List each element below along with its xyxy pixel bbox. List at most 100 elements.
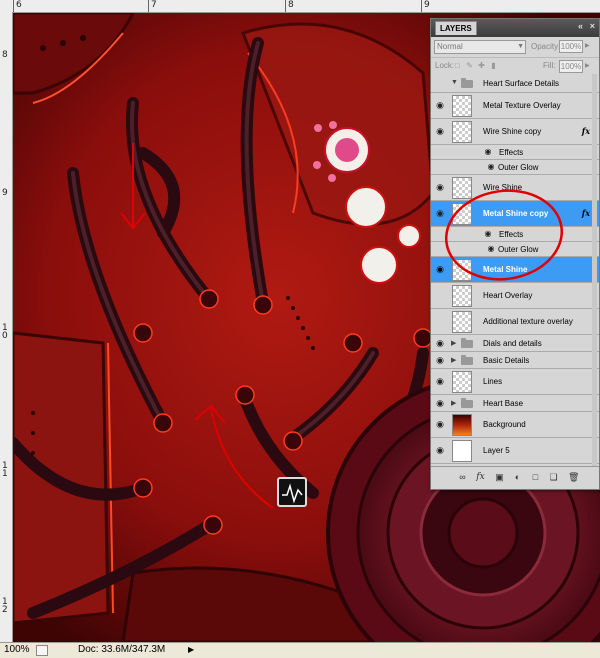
expand-triangle-icon[interactable]: ▼: [451, 79, 458, 86]
add-mask-icon[interactable]: ▣: [494, 472, 505, 483]
status-menu-icon[interactable]: ▶: [188, 645, 194, 654]
layer-row[interactable]: ◉ ▶ Heart Base: [431, 395, 599, 412]
annotation-circle: [444, 189, 564, 281]
chevron-down-icon: ▼: [517, 43, 524, 50]
blend-mode-select[interactable]: Normal ▼: [434, 40, 526, 54]
layer-row[interactable]: ◉ Background: [431, 412, 599, 438]
layer-name: Additional texture overlay: [483, 317, 573, 326]
effect-row[interactable]: ◉ Outer Glow: [431, 160, 599, 175]
effects-label: Effects: [499, 148, 524, 157]
fx-icon[interactable]: fx: [582, 126, 590, 136]
adjustment-layer-icon[interactable]: ◐: [512, 472, 523, 483]
layers-scrollbar[interactable]: [592, 74, 597, 466]
ruler-number: 6: [16, 0, 22, 10]
layer-name: Layer 5: [483, 446, 510, 455]
ruler-number: 9: [2, 188, 8, 198]
layer-name: Heart Surface Details: [483, 79, 560, 88]
new-group-icon[interactable]: □: [530, 472, 541, 483]
tab-layers[interactable]: LAYERS: [435, 21, 477, 35]
folder-icon: [461, 398, 473, 408]
layer-options-bar: Normal ▼ Opacity: 100% ▶: [431, 37, 599, 58]
expand-triangle-icon[interactable]: ▶: [451, 399, 456, 407]
layer-thumbnail: [452, 95, 472, 117]
opacity-label: Opacity:: [531, 42, 561, 51]
eye-icon[interactable]: ◉: [484, 162, 498, 171]
layer-row[interactable]: ▼ Heart Surface Details: [431, 74, 599, 93]
add-style-icon[interactable]: fx: [475, 472, 486, 483]
layer-thumbnail: [452, 371, 472, 393]
layer-name: Wire Shine copy: [483, 127, 542, 136]
lock-label: Lock:: [435, 61, 455, 70]
panel-title-bar[interactable]: LAYERS « ×: [431, 19, 599, 37]
layer-row[interactable]: Additional texture overlay: [431, 309, 599, 335]
ruler-number: 9: [424, 0, 430, 10]
close-icon[interactable]: ×: [590, 21, 595, 31]
eye-icon[interactable]: ◉: [433, 398, 447, 409]
layer-row[interactable]: ◉ Metal Texture Overlay: [431, 93, 599, 119]
layer-row[interactable]: ◉ Lines: [431, 369, 599, 395]
collapse-icon[interactable]: «: [578, 21, 583, 31]
eye-icon[interactable]: ◉: [433, 419, 447, 430]
ruler-number: 8: [2, 50, 8, 60]
layer-row[interactable]: ◉ Layer 5: [431, 438, 599, 464]
eye-icon[interactable]: ◉: [433, 355, 447, 366]
fx-icon[interactable]: fx: [582, 208, 590, 218]
layers-bottom-toolbar: ∞ fx ▣ ◐ □ ❏ 🗑: [431, 466, 599, 489]
eye-icon[interactable]: ◉: [433, 445, 447, 456]
lock-transparency-icon[interactable]: □: [453, 61, 462, 70]
lock-all-icon[interactable]: ▮: [489, 61, 498, 70]
layer-row[interactable]: ◉ ▶ Dials and details: [431, 335, 599, 352]
status-preview-icon[interactable]: [36, 645, 48, 656]
link-layers-icon[interactable]: ∞: [457, 472, 468, 483]
lock-position-icon[interactable]: ✚: [477, 61, 486, 70]
effects-row[interactable]: ◉ Effects: [431, 145, 599, 160]
layer-name: Background: [483, 420, 526, 429]
layer-row[interactable]: ◉ ▶ Basic Details: [431, 352, 599, 369]
zoom-level[interactable]: 100%: [4, 644, 30, 655]
delete-layer-icon[interactable]: 🗑: [568, 472, 579, 483]
lock-bar: Lock: □ ✎ ✚ ▮ Fill: 100% ▶: [431, 58, 599, 75]
ruler-number: 1 1: [2, 461, 8, 479]
status-bar: 100% Doc: 33.6M/347.3M ▶: [0, 642, 600, 658]
fill-label: Fill:: [543, 61, 556, 70]
layer-row[interactable]: Heart Overlay: [431, 283, 599, 309]
ruler-number: 7: [151, 0, 157, 10]
lock-pixels-icon[interactable]: ✎: [465, 61, 474, 70]
ruler-number: 8: [288, 0, 294, 10]
fill-input[interactable]: 100%: [559, 60, 583, 73]
layer-thumbnail: [452, 440, 472, 462]
new-layer-icon[interactable]: ❏: [548, 472, 559, 483]
eye-icon[interactable]: ◉: [433, 338, 447, 349]
blend-mode-value: Normal: [437, 42, 463, 51]
layer-thumbnail: [452, 121, 472, 143]
layer-thumbnail: [452, 311, 472, 333]
document-info[interactable]: Doc: 33.6M/347.3M: [78, 644, 165, 655]
effect-name: Outer Glow: [498, 163, 539, 172]
eye-icon[interactable]: ◉: [433, 376, 447, 387]
opacity-dropdown-icon[interactable]: ▶: [585, 42, 590, 49]
ruler-number: 1 2: [2, 597, 8, 615]
layer-name: Heart Base: [483, 399, 524, 408]
layer-name: Heart Overlay: [483, 291, 533, 300]
eye-icon[interactable]: ◉: [481, 147, 495, 156]
folder-icon: [461, 78, 473, 88]
fill-dropdown-icon[interactable]: ▶: [585, 62, 590, 69]
layer-name: Lines: [483, 377, 503, 386]
layer-row[interactable]: ◉ Wire Shine copy fx ▲: [431, 119, 599, 145]
layer-thumbnail: [452, 414, 472, 436]
layers-panel[interactable]: LAYERS « × Normal ▼ Opacity: 100% ▶ Lock…: [430, 18, 600, 490]
opacity-input[interactable]: 100%: [559, 40, 583, 53]
folder-icon: [461, 338, 473, 348]
vertical-ruler: 8 9 1 0 1 1 1 2: [0, 12, 13, 642]
eye-icon[interactable]: ◉: [433, 100, 447, 111]
expand-triangle-icon[interactable]: ▶: [451, 339, 456, 347]
layer-name: Basic Details: [483, 356, 530, 365]
layer-name: Metal Texture Overlay: [483, 101, 561, 110]
expand-triangle-icon[interactable]: ▶: [451, 356, 456, 364]
ruler-number: 1 0: [2, 323, 8, 341]
folder-icon: [461, 355, 473, 365]
eye-icon[interactable]: ◉: [433, 126, 447, 137]
horizontal-ruler: 6 7 8 9: [0, 0, 600, 13]
layer-thumbnail: [452, 285, 472, 307]
layer-name: Dials and details: [483, 339, 542, 348]
